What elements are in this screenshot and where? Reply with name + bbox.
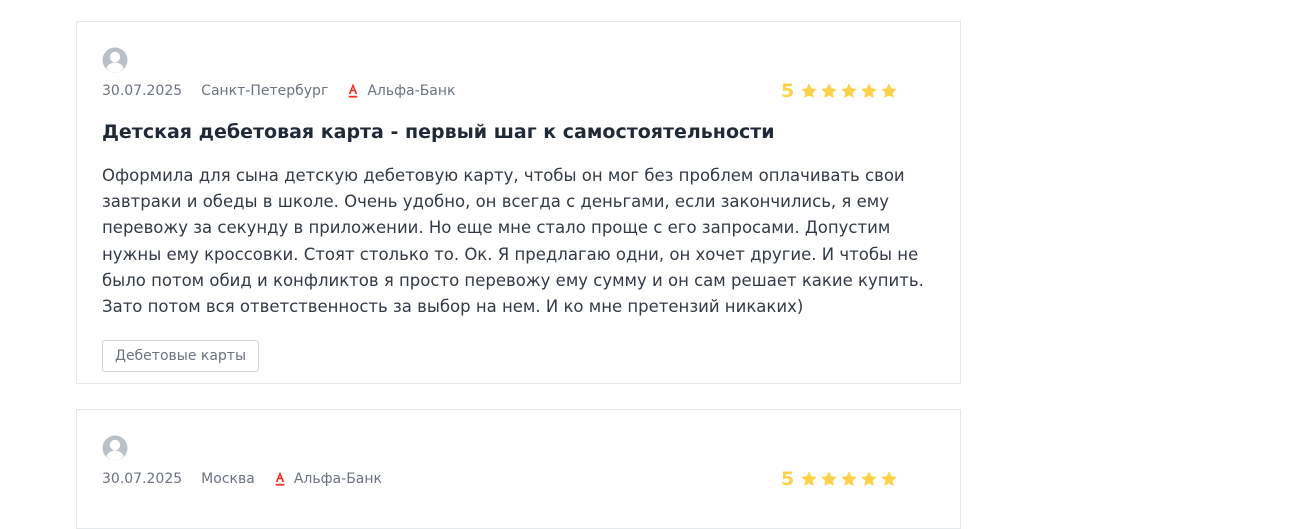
bank-name: Альфа-Банк [293,471,382,487]
review-title[interactable]: Детская дебетовая карта - первый шаг к с… [102,121,775,143]
star-icon [800,470,818,488]
review-city: Санкт-Петербург [201,83,329,99]
rating-value: 5 [781,468,795,490]
rating-value: 5 [781,80,795,102]
category-tag[interactable]: Дебетовые карты [102,340,260,372]
alfa-bank-logo-icon [275,471,285,487]
alfa-bank-logo-icon [348,83,358,99]
star-icon [860,470,878,488]
star-icon [820,82,838,100]
user-avatar-icon [102,435,128,461]
star-icon [880,470,898,488]
star-icon [820,470,838,488]
review-card: 30.07.2025 Санкт-Петербург Альфа-Банк 5 … [76,21,961,384]
review-date: 30.07.2025 [102,471,183,487]
bank-link[interactable]: Альфа-Банк [275,471,382,487]
bank-name: Альфа-Банк [367,83,456,99]
rating: 5 [781,78,900,104]
bank-link[interactable]: Альфа-Банк [348,83,455,99]
user-avatar-icon [102,47,128,73]
review-card: 30.07.2025 Москва Альфа-Банк 5 [76,409,961,529]
review-text: Оформила для сына детскую дебетовую карт… [102,166,924,317]
star-icon [840,82,858,100]
rating: 5 [781,466,900,492]
review-meta: 30.07.2025 Санкт-Петербург Альфа-Банк [102,80,455,102]
review-city: Москва [201,471,255,487]
review-date: 30.07.2025 [102,83,183,99]
star-icon [840,470,858,488]
star-icon [860,82,878,100]
star-icon [880,82,898,100]
star-icon [800,82,818,100]
review-meta: 30.07.2025 Москва Альфа-Банк [102,468,382,490]
